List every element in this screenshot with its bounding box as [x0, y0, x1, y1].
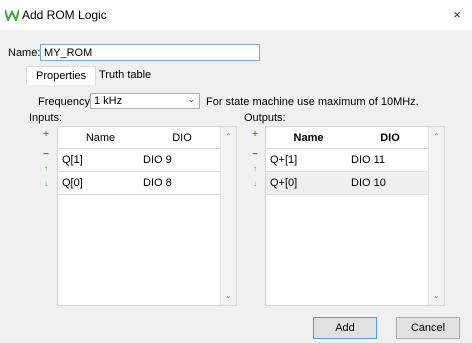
inputs-table-header: Name DIO	[58, 127, 221, 149]
input-name-cell: Q[0]	[62, 177, 83, 189]
scroll-down-icon[interactable]: ⌄	[225, 291, 232, 300]
add-output-button[interactable]: +	[250, 130, 260, 140]
frequency-label: Frequency:	[38, 96, 94, 108]
inputs-table: Name DIO Q[1] DIO 9 Q[0] DIO 8 ⌃ ⌄	[57, 126, 237, 306]
output-name-cell: Q+[0]	[270, 177, 298, 189]
name-label: Name:	[8, 47, 41, 59]
move-input-up-button[interactable]: ↑	[41, 164, 51, 174]
w-logo-icon	[5, 9, 19, 21]
tab-properties[interactable]: Properties	[26, 66, 97, 85]
inputs-label: Inputs:	[29, 112, 63, 124]
move-input-down-button[interactable]: ↓	[41, 179, 51, 189]
frequency-value: 1 kHz	[94, 95, 123, 107]
window-title: Add ROM Logic	[22, 8, 107, 22]
outputs-scrollbar[interactable]: ⌃ ⌄	[428, 127, 444, 305]
outputs-table: Name DIO Q+[1] DIO 11 Q+[0] DIO 10 ⌃ ⌄	[265, 126, 445, 306]
chevron-down-icon: ⌄	[187, 94, 195, 104]
scroll-up-icon[interactable]: ⌃	[225, 132, 232, 141]
remove-output-button[interactable]: −	[250, 150, 260, 160]
name-input[interactable]	[40, 44, 260, 61]
outputs-label: Outputs:	[244, 112, 286, 124]
output-dio-cell: DIO 11	[351, 154, 386, 166]
output-name-cell: Q+[1]	[270, 154, 298, 166]
tab-truth-table[interactable]: Truth table	[90, 66, 160, 85]
inputs-scrollbar[interactable]: ⌃ ⌄	[220, 127, 236, 305]
input-dio-cell: DIO 8	[143, 177, 172, 189]
column-header-name[interactable]: Name	[266, 127, 351, 149]
input-dio-cell: DIO 9	[143, 154, 172, 166]
add-button[interactable]: Add	[313, 317, 377, 339]
add-input-button[interactable]: +	[41, 130, 51, 140]
table-row[interactable]: Q[0] DIO 8	[58, 172, 221, 195]
scroll-down-icon[interactable]: ⌄	[433, 291, 440, 300]
frequency-select[interactable]: 1 kHz ⌄	[90, 93, 200, 109]
column-header-dio[interactable]: DIO	[143, 127, 221, 149]
table-row[interactable]: Q[1] DIO 9	[58, 149, 221, 172]
output-dio-cell: DIO 10	[351, 177, 386, 189]
title-bar: Add ROM Logic ×	[0, 0, 472, 30]
move-output-down-button[interactable]: ↓	[250, 179, 260, 189]
column-header-dio[interactable]: DIO	[351, 127, 429, 149]
frequency-note: For state machine use maximum of 10MHz.	[206, 96, 419, 108]
cancel-button[interactable]: Cancel	[396, 317, 460, 339]
remove-input-button[interactable]: −	[41, 150, 51, 160]
scroll-up-icon[interactable]: ⌃	[433, 132, 440, 141]
close-icon[interactable]: ×	[442, 0, 472, 30]
outputs-table-header: Name DIO	[266, 127, 429, 149]
move-output-up-button[interactable]: ↑	[250, 164, 260, 174]
input-name-cell: Q[1]	[62, 154, 83, 166]
table-row[interactable]: Q+[1] DIO 11	[266, 149, 429, 172]
add-rom-logic-dialog: Add ROM Logic × Name: Properties Truth t…	[0, 0, 472, 343]
table-row[interactable]: Q+[0] DIO 10	[266, 172, 429, 195]
column-header-name[interactable]: Name	[58, 127, 143, 149]
